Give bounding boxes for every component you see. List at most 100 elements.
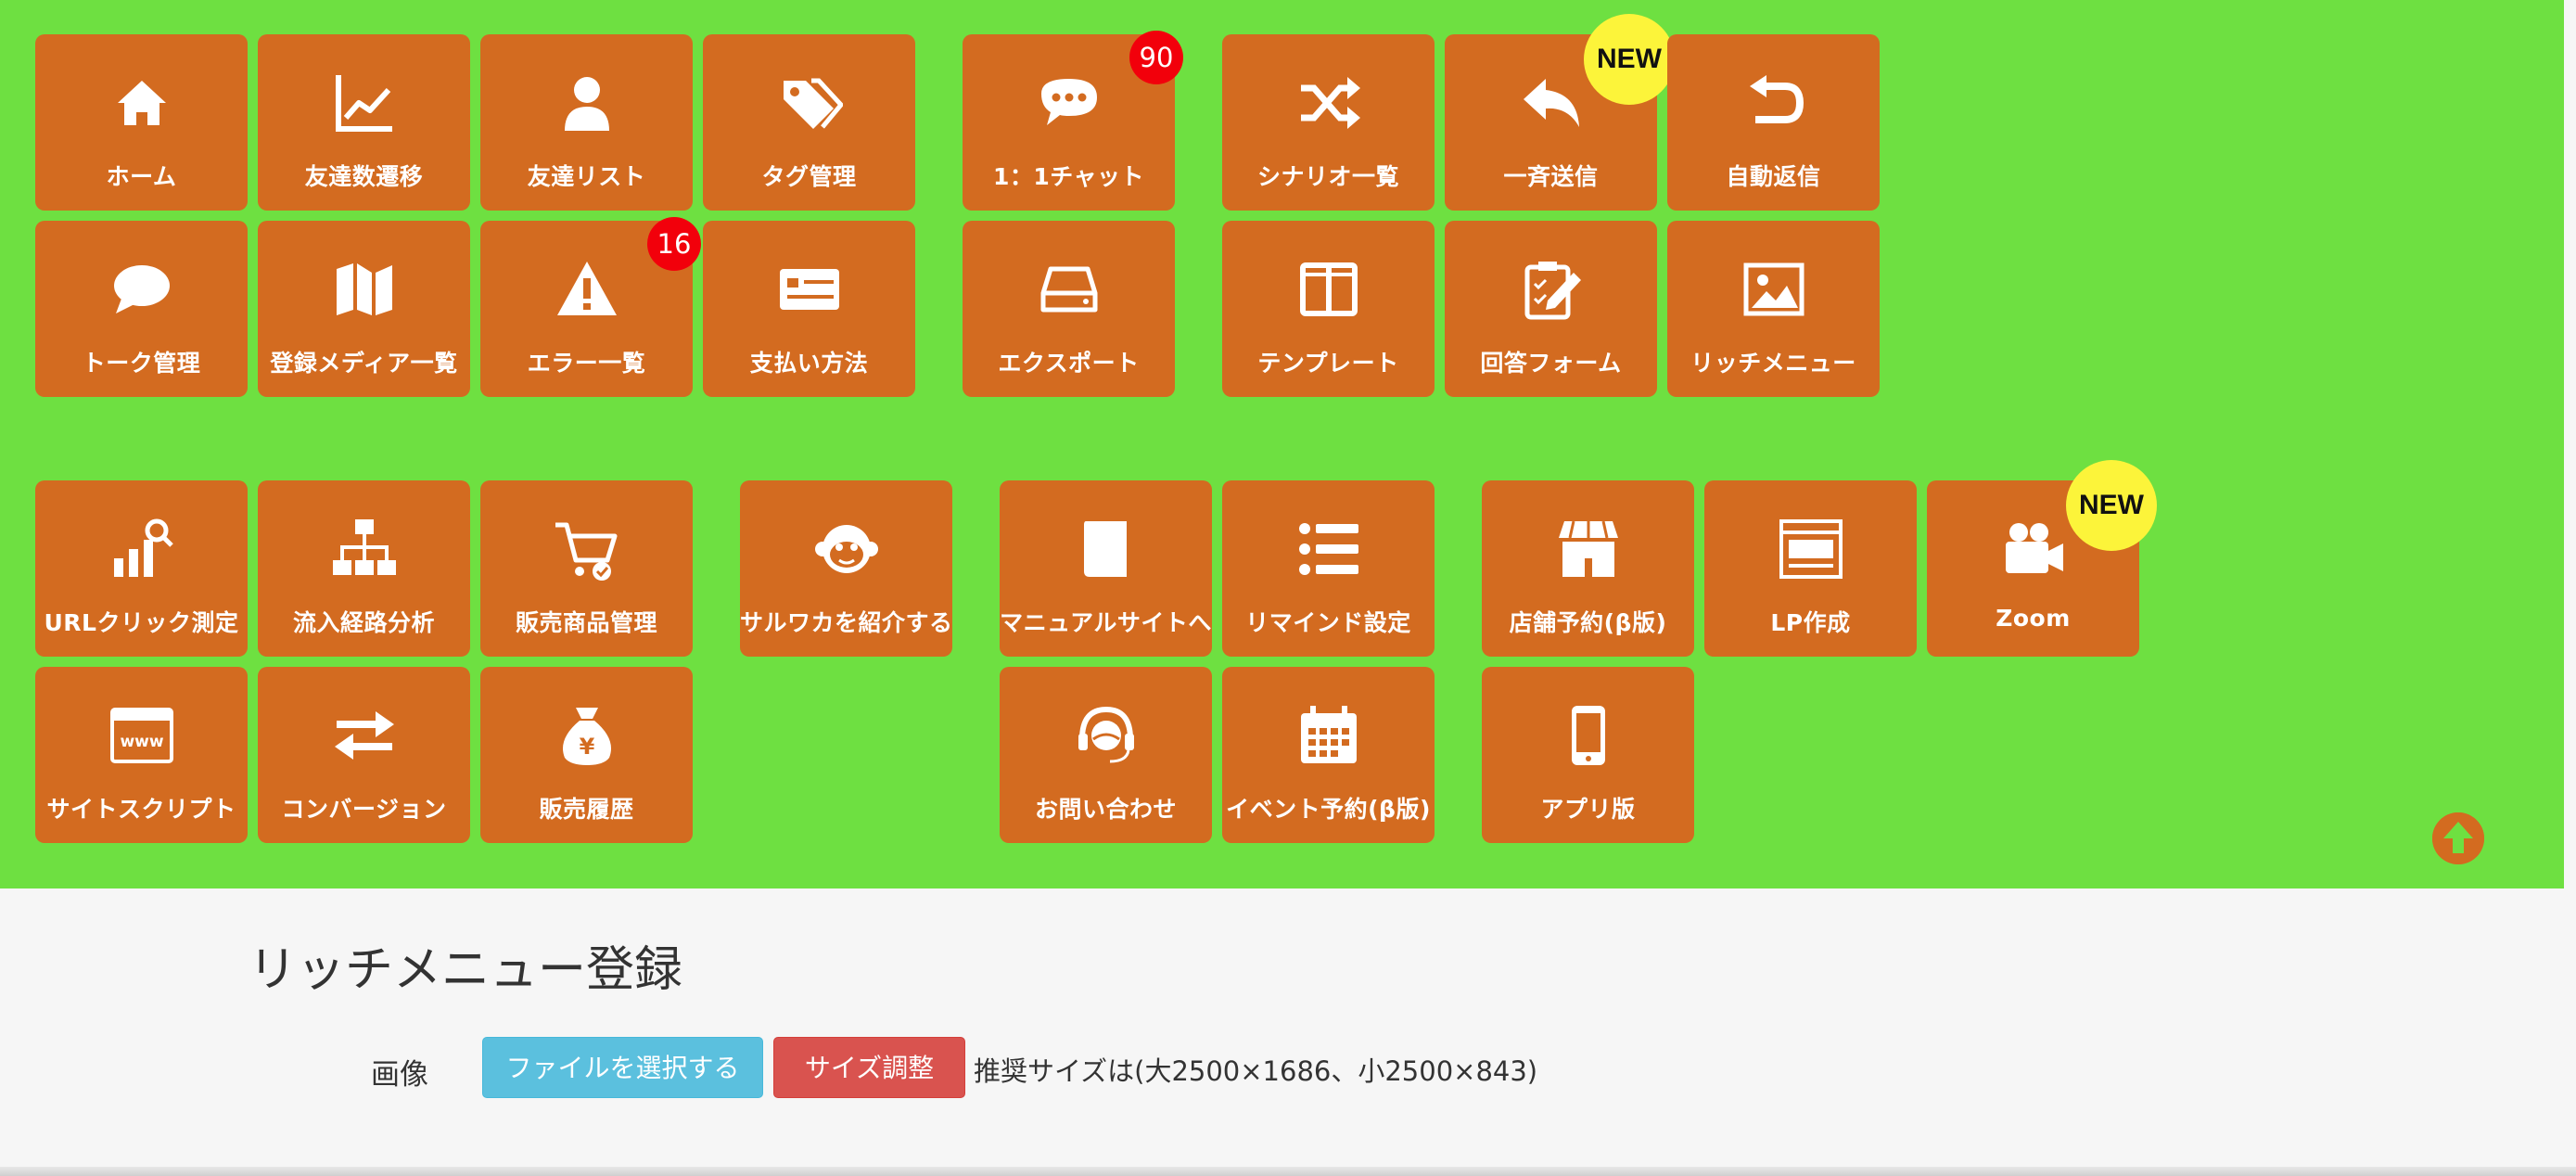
nav-tile[interactable]: テンプレート [1222, 221, 1435, 397]
undo-icon [1749, 75, 1804, 123]
nav-tile[interactable]: Zoom NEW [1927, 460, 2157, 657]
nav-tile[interactable]: シナリオ一覧 [1222, 34, 1435, 211]
nav-tile-label: エラー一覧 [527, 350, 646, 377]
nav-tile[interactable]: 回答フォーム [1445, 221, 1657, 397]
nav-tile[interactable]: 自動返信 [1667, 34, 1880, 211]
nav-tile-label: 自動返信 [1726, 163, 1821, 190]
sitemap-icon [332, 519, 396, 575]
webpage-icon [1779, 519, 1843, 579]
nav-tile-label: 一斉送信 [1503, 163, 1599, 190]
video-camera-icon [2005, 523, 2063, 573]
nav-tile[interactable]: 販売商品管理 [480, 480, 693, 657]
nav-tile[interactable]: アプリ版 [1482, 667, 1694, 843]
monkey-icon [814, 525, 878, 573]
nav-tile-label: LP作成 [1770, 609, 1851, 636]
nav-tile-label: シナリオ一覧 [1256, 163, 1399, 190]
line-chart-icon [335, 75, 392, 132]
nav-tile-label: 販売商品管理 [515, 609, 657, 636]
nav-tile-label: マニュアルサイトへ [1000, 609, 1212, 636]
nav-tile-label: イベント予約(β版) [1226, 796, 1431, 823]
nav-tile-label: お問い合わせ [1034, 796, 1177, 823]
columns-icon [1299, 262, 1358, 316]
nav-tile-label: 1：1チャット [992, 163, 1145, 190]
map-icon [336, 263, 392, 315]
nav-tile-label: 流入経路分析 [292, 609, 435, 636]
money-bag-icon: ¥ [562, 708, 611, 765]
headset-icon [1078, 706, 1134, 763]
nav-tile[interactable]: 一斉送信 NEW [1445, 14, 1675, 211]
nav-tile[interactable]: リッチメニュー [1667, 221, 1880, 397]
list-icon [1298, 523, 1358, 575]
nav-tile-label: 支払い方法 [749, 350, 869, 377]
www-icon: www [109, 708, 173, 763]
clipboard-edit-icon [1524, 262, 1581, 320]
svg-text:¥: ¥ [579, 734, 594, 760]
shuffle-icon [1300, 77, 1360, 129]
nav-tile-label: エクスポート [998, 350, 1140, 377]
nav-tile-label: アプリ版 [1540, 796, 1636, 823]
book-icon [1083, 521, 1127, 577]
chart-search-icon [113, 518, 173, 577]
nav-tile[interactable]: サルワカを紹介する [740, 480, 952, 657]
nav-tile[interactable]: コンバージョン [258, 667, 470, 843]
nav-tile[interactable]: 店舗予約(β版) [1482, 480, 1694, 657]
tags-icon [783, 78, 843, 129]
cart-icon [555, 522, 617, 581]
drive-icon [1040, 266, 1097, 313]
nav-tile-label: テンプレート [1257, 350, 1399, 377]
nav-tile-label: 登録メディア一覧 [270, 350, 458, 377]
nav-tile[interactable]: イベント予約(β版) [1222, 667, 1435, 843]
scroll-to-top-button[interactable] [2432, 812, 2484, 864]
notification-count-badge: 16 [647, 217, 701, 271]
nav-tile[interactable]: ホーム [35, 34, 248, 211]
nav-tile-label: サイトスクリプト [46, 796, 236, 823]
bottom-divider [0, 1167, 2576, 1176]
nav-tile-label: Zoom [1996, 605, 2071, 632]
choose-file-button[interactable]: ファイルを選択する [482, 1037, 763, 1098]
nav-tile-label: URLクリック測定 [44, 609, 239, 636]
user-icon [564, 77, 609, 131]
nav-tile[interactable]: マニュアルサイトへ [1000, 480, 1212, 657]
nav-tile[interactable]: 友達リスト [480, 34, 693, 211]
image-icon [1743, 262, 1804, 316]
warning-icon [556, 262, 617, 315]
credit-card-icon [779, 269, 839, 310]
notification-count-badge: 90 [1129, 31, 1183, 84]
recommended-size-hint: 推奨サイズは(大2500×1686、小2500×843) [974, 1055, 1538, 1087]
nav-tile[interactable]: タグ管理 [703, 34, 915, 211]
calendar-icon [1300, 706, 1357, 763]
nav-tile-label: サルワカを紹介する [740, 609, 953, 636]
store-icon [1558, 520, 1618, 577]
nav-tile[interactable]: 1：1チャット 90 [963, 31, 1183, 211]
nav-tile[interactable]: www サイトスクリプト [35, 667, 248, 843]
nav-tile-label: トーク管理 [82, 350, 201, 377]
nav-tile[interactable]: LP作成 [1704, 480, 1917, 657]
nav-tile[interactable]: 支払い方法 [703, 221, 915, 397]
svg-text:www: www [120, 733, 163, 751]
nav-tile[interactable]: エクスポート [963, 221, 1175, 397]
nav-tile[interactable]: ¥ 販売履歴 [480, 667, 693, 843]
nav-tile-label: 回答フォーム [1480, 350, 1622, 377]
nav-tile-label: リッチメニュー [1690, 350, 1856, 377]
nav-tile[interactable]: リマインド設定 [1222, 480, 1435, 657]
resize-button[interactable]: サイズ調整 [773, 1037, 965, 1098]
nav-tile[interactable]: エラー一覧 16 [480, 217, 701, 397]
top-navigation-panel: ホーム 友達数遷移 友達リスト タグ管理 1：1チャット 90 シナリオ一覧 一斉送信 NEW 自… [0, 0, 2564, 888]
nav-tile[interactable]: URLクリック測定 [35, 480, 248, 657]
nav-tile[interactable]: トーク管理 [35, 221, 248, 397]
speech-bubble-icon [113, 265, 170, 313]
nav-tile-label: コンバージョン [281, 796, 447, 823]
nav-tile[interactable]: 流入経路分析 [258, 480, 470, 657]
nav-tile-label: タグ管理 [761, 163, 857, 190]
nav-tile-label: ホーム [106, 163, 177, 190]
nav-tile-label: 店舗予約(β版) [1509, 609, 1667, 636]
nav-tile[interactable]: 登録メディア一覧 [258, 221, 470, 397]
home-icon [117, 81, 166, 125]
image-field-label: 画像 [371, 1058, 428, 1092]
nav-tile[interactable]: お問い合わせ [1000, 667, 1212, 843]
nav-tile-label: リマインド設定 [1245, 609, 1411, 636]
page-title: リッチメニュー登録 [249, 942, 683, 998]
chat-dots-icon [1040, 79, 1097, 125]
nav-tile[interactable]: 友達数遷移 [258, 34, 470, 211]
nav-tile-label: 友達リスト [527, 163, 646, 190]
